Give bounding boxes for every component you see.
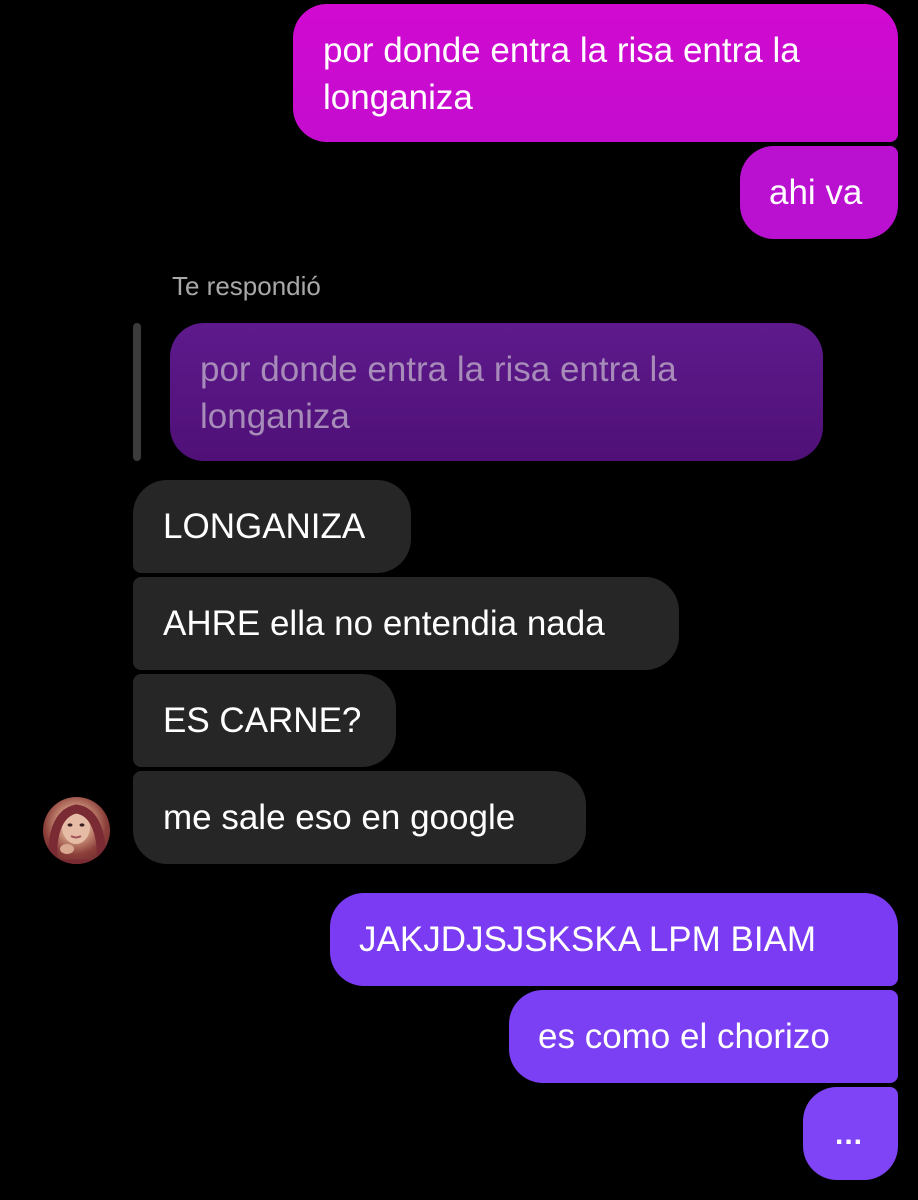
received-message[interactable]: ES CARNE? <box>133 674 396 767</box>
reply-indicator-bar <box>133 323 141 461</box>
received-message[interactable]: LONGANIZA <box>133 480 411 573</box>
sent-message[interactable]: por donde entra la risa entra la longani… <box>293 4 898 142</box>
reply-label: Te respondió <box>172 271 321 301</box>
quoted-reply-message[interactable]: por donde entra la risa entra la longani… <box>170 323 823 461</box>
sent-message[interactable]: JAKJDJSJSKSKA LPM BIAM <box>330 893 898 986</box>
sent-message[interactable]: ahi va <box>740 146 898 239</box>
avatar-photo-icon <box>48 804 106 864</box>
sent-message[interactable]: es como el chorizo <box>509 990 898 1083</box>
contact-avatar[interactable] <box>43 797 110 864</box>
received-message[interactable]: AHRE ella no entendia nada <box>133 577 679 670</box>
received-message[interactable]: me sale eso en google <box>133 771 586 864</box>
sent-message[interactable]: ... <box>803 1087 898 1180</box>
